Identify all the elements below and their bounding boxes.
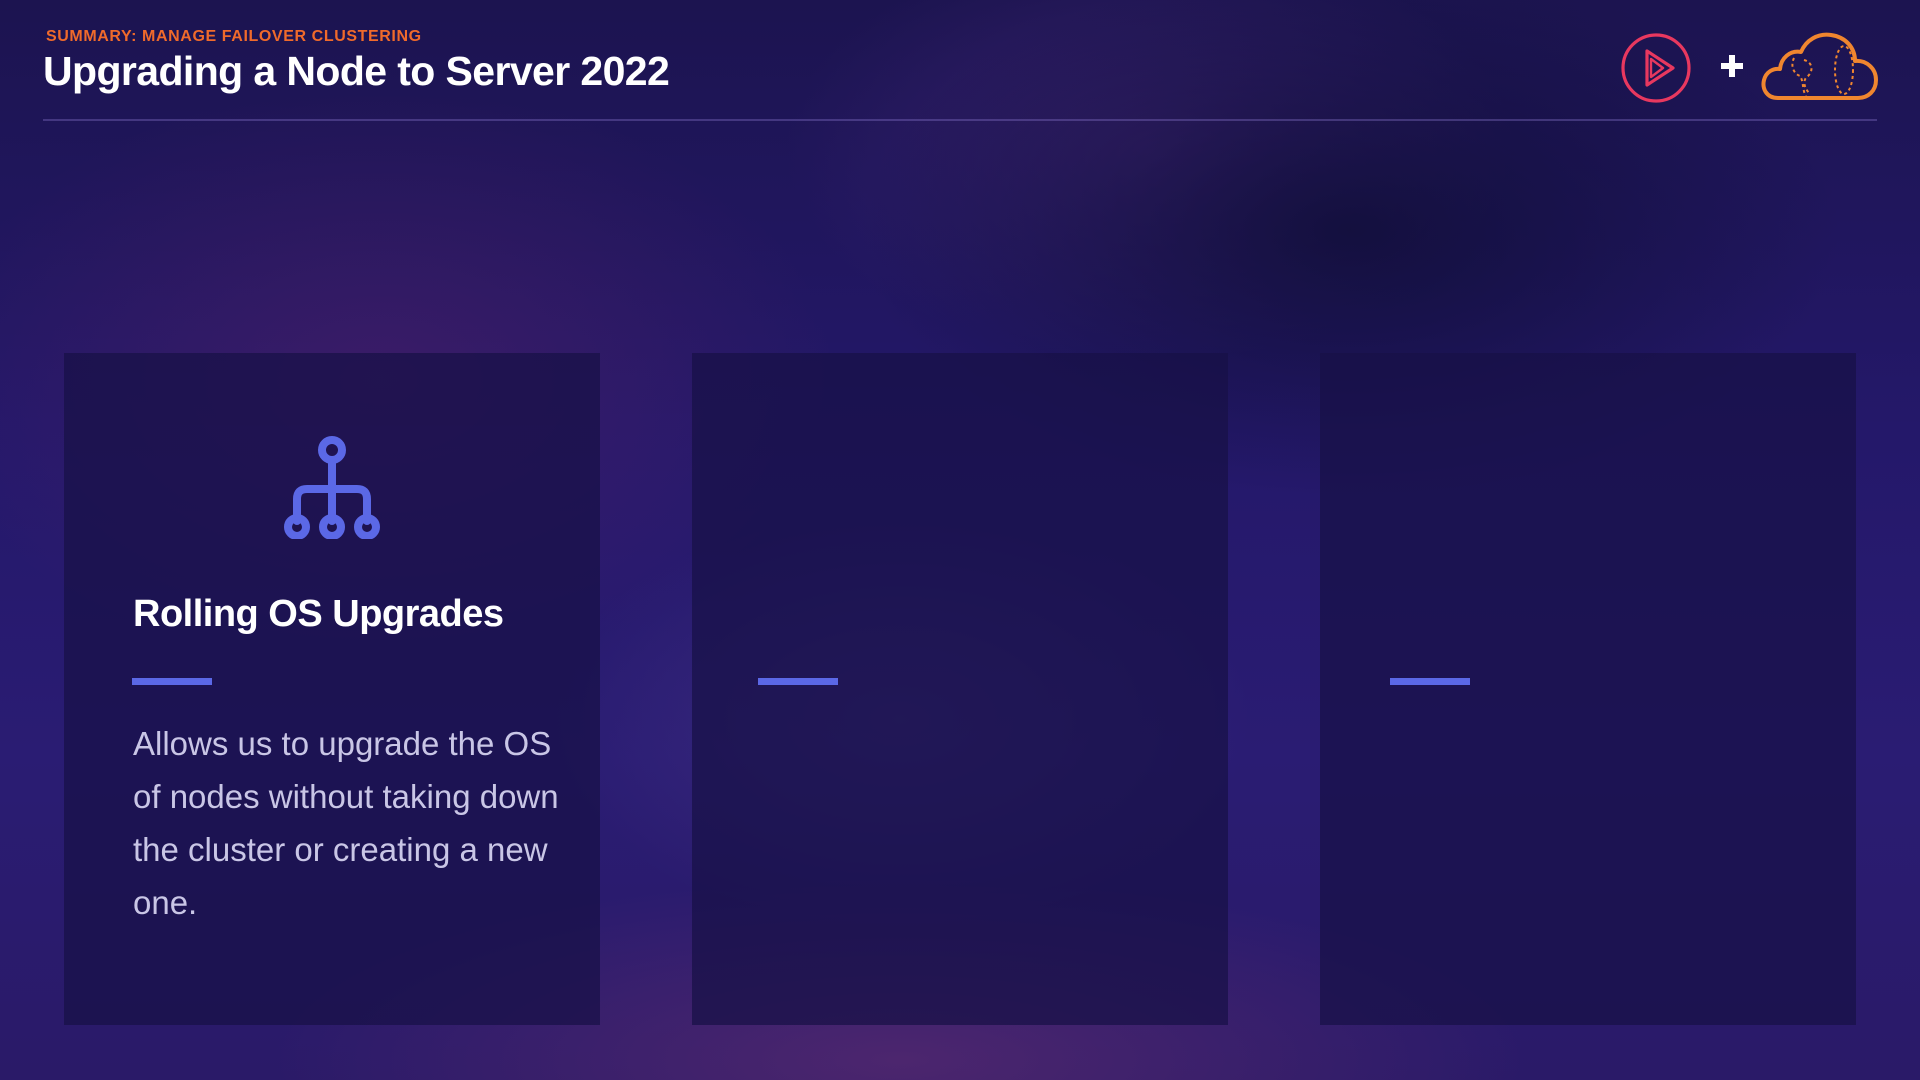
card-description: Allows us to upgrade the OS of nodes wit… <box>133 725 559 921</box>
page-title: Upgrading a Node to Server 2022 <box>43 48 670 94</box>
header-divider <box>43 119 1877 121</box>
card-title: Rolling OS Upgrades <box>133 593 504 635</box>
card-placeholder-3 <box>1320 353 1856 1025</box>
brand-logos <box>1620 28 1880 106</box>
play-circle-logo-icon <box>1621 33 1691 103</box>
card-rolling-os-upgrades: Rolling OS Upgrades Allows us to upgrade… <box>64 353 600 1025</box>
section-kicker: SUMMARY: MANAGE FAILOVER CLUSTERING <box>46 28 422 45</box>
hierarchy-icon <box>284 436 380 539</box>
card-accent-bar <box>132 678 212 685</box>
plus-icon <box>1721 55 1743 77</box>
cloud-logo-icon <box>1761 32 1878 100</box>
card-accent-bar <box>1390 678 1470 685</box>
slide-header: SUMMARY: MANAGE FAILOVER CLUSTERING Upgr… <box>43 26 1877 122</box>
card-placeholder-2 <box>692 353 1228 1025</box>
card-accent-bar <box>758 678 838 685</box>
